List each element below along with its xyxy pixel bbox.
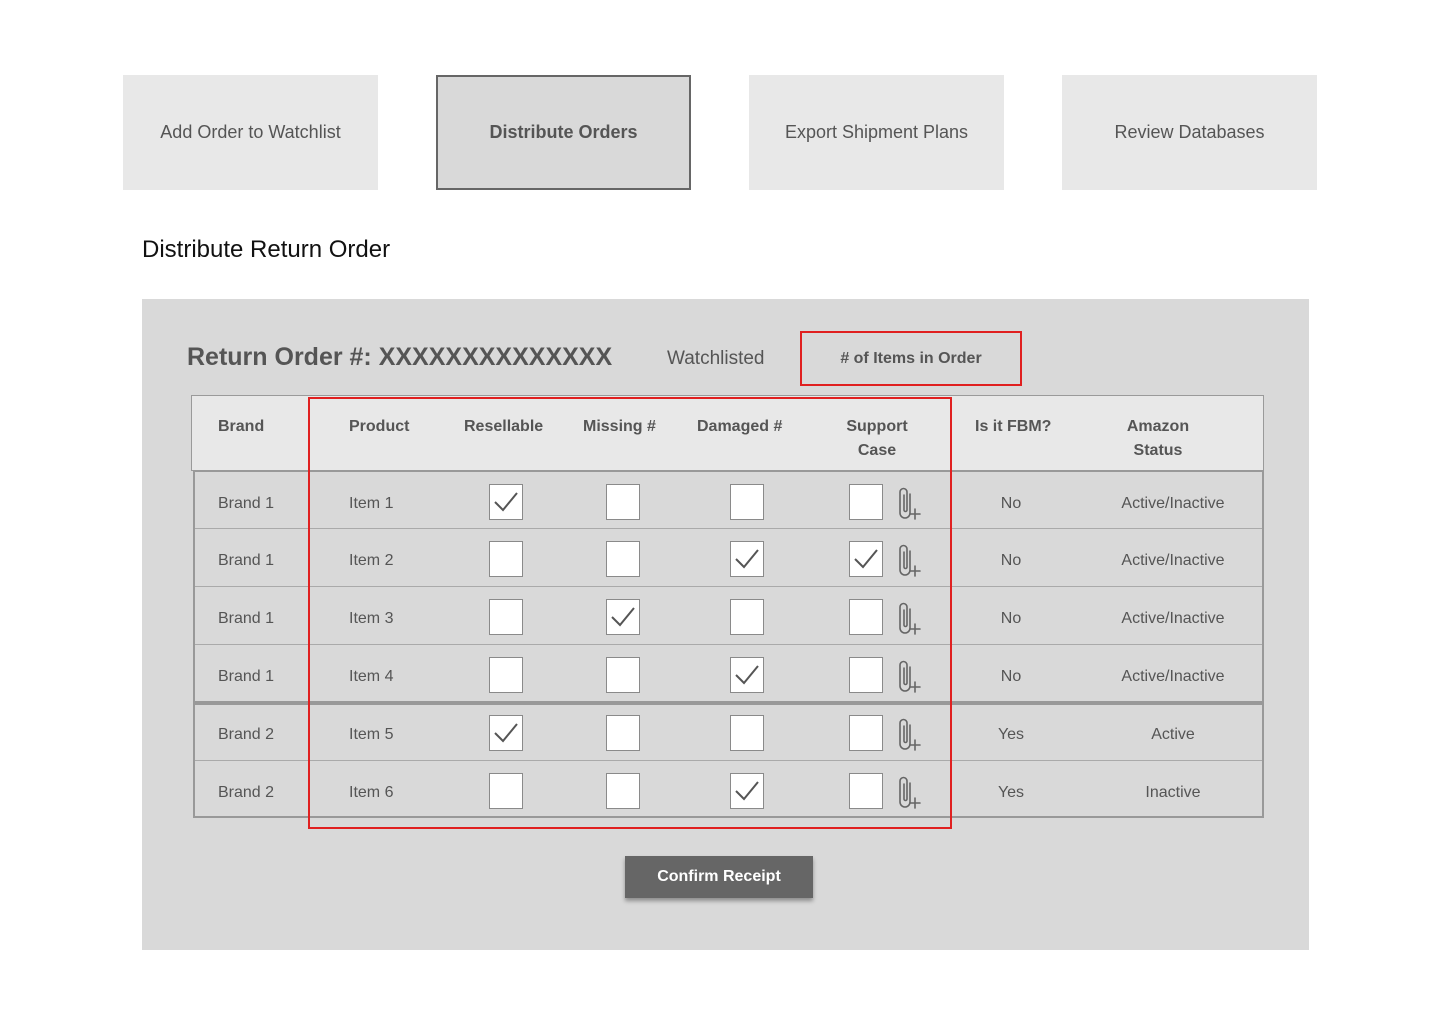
support-checkbox[interactable] <box>849 657 883 693</box>
confirm-receipt-button[interactable]: Confirm Receipt <box>625 856 813 898</box>
column-header-resellable: Resellable <box>464 418 544 435</box>
missing-checkbox[interactable] <box>606 657 640 693</box>
resellable-checkbox[interactable] <box>489 657 523 693</box>
row-product: Item 3 <box>349 610 394 627</box>
support-checkbox[interactable] <box>849 541 883 577</box>
paperclip-plus-icon <box>899 718 921 751</box>
missing-checkbox[interactable] <box>606 484 640 520</box>
resellable-checkbox[interactable] <box>489 541 523 577</box>
row-product: Item 5 <box>349 726 394 743</box>
row-brand: Brand 1 <box>218 552 275 569</box>
row-amazon-status: Active/Inactive <box>1121 668 1225 685</box>
support-checkbox[interactable] <box>849 773 883 809</box>
attach-support-case-icon[interactable] <box>897 775 923 809</box>
row-divider <box>195 528 1262 529</box>
row-amazon-status: Inactive <box>1145 784 1201 801</box>
page-title: Distribute Return Order <box>142 236 391 263</box>
paperclip-plus-icon <box>899 660 921 693</box>
column-header-brand: Brand <box>218 418 265 435</box>
column-header-support-line2: Case <box>857 442 897 459</box>
attach-support-case-icon[interactable] <box>897 601 923 635</box>
column-header-support-case: Support Case <box>827 415 927 463</box>
damaged-checkbox[interactable] <box>730 599 764 635</box>
nav-distribute-orders[interactable]: Distribute Orders <box>436 75 691 190</box>
attach-support-case-icon[interactable] <box>897 717 923 751</box>
row-brand: Brand 1 <box>218 610 275 627</box>
column-header-support-line1: Support <box>846 418 908 435</box>
paperclip-plus-icon <box>899 776 921 809</box>
check-icon <box>854 549 878 569</box>
damaged-checkbox[interactable] <box>730 657 764 693</box>
check-icon <box>735 665 759 685</box>
row-product: Item 2 <box>349 552 394 569</box>
paperclip-plus-icon <box>899 544 921 577</box>
row-amazon-status: Active/Inactive <box>1121 552 1225 569</box>
row-brand: Brand 2 <box>218 726 275 743</box>
row-fbm: No <box>1000 610 1022 627</box>
attach-support-case-icon[interactable] <box>897 543 923 577</box>
column-header-fbm: Is it FBM? <box>975 418 1052 435</box>
nav-review-databases[interactable]: Review Databases <box>1062 75 1317 190</box>
row-fbm: No <box>1000 495 1022 512</box>
missing-checkbox[interactable] <box>606 541 640 577</box>
check-icon <box>494 723 518 743</box>
resellable-checkbox[interactable] <box>489 715 523 751</box>
resellable-checkbox[interactable] <box>489 773 523 809</box>
missing-checkbox[interactable] <box>606 715 640 751</box>
row-fbm: No <box>1000 552 1022 569</box>
column-header-damaged: Damaged # <box>697 418 783 435</box>
check-icon <box>494 492 518 512</box>
damaged-checkbox[interactable] <box>730 484 764 520</box>
row-fbm: No <box>1000 668 1022 685</box>
check-icon <box>735 549 759 569</box>
row-brand: Brand 1 <box>218 495 275 512</box>
row-divider <box>195 644 1262 645</box>
row-fbm: Yes <box>997 726 1025 743</box>
damaged-checkbox[interactable] <box>730 715 764 751</box>
attach-support-case-icon[interactable] <box>897 486 923 520</box>
missing-checkbox[interactable] <box>606 599 640 635</box>
check-icon <box>735 781 759 801</box>
support-checkbox[interactable] <box>849 484 883 520</box>
row-amazon-status: Active/Inactive <box>1121 495 1225 512</box>
resellable-checkbox[interactable] <box>489 599 523 635</box>
paperclip-plus-icon <box>899 602 921 635</box>
row-brand: Brand 1 <box>218 668 275 685</box>
column-header-product: Product <box>349 418 410 435</box>
paperclip-plus-icon <box>899 487 921 520</box>
column-header-amazon-line1: Amazon <box>1126 418 1190 435</box>
column-header-missing: Missing # <box>583 418 656 435</box>
items-in-order-count: # of Items in Order <box>800 331 1022 386</box>
row-divider <box>195 760 1262 761</box>
row-product: Item 1 <box>349 495 394 512</box>
return-order-number: Return Order #: XXXXXXXXXXXXXX <box>187 343 613 371</box>
damaged-checkbox[interactable] <box>730 773 764 809</box>
watchlisted-label: Watchlisted <box>667 348 765 369</box>
nav-export-shipment-plans[interactable]: Export Shipment Plans <box>749 75 1004 190</box>
support-checkbox[interactable] <box>849 599 883 635</box>
row-divider <box>195 586 1262 587</box>
damaged-checkbox[interactable] <box>730 541 764 577</box>
column-header-amazon-status: Amazon Status <box>1108 415 1208 463</box>
row-amazon-status: Active/Inactive <box>1121 610 1225 627</box>
row-brand: Brand 2 <box>218 784 275 801</box>
row-product: Item 6 <box>349 784 394 801</box>
nav-add-order-to-watchlist[interactable]: Add Order to Watchlist <box>123 75 378 190</box>
attach-support-case-icon[interactable] <box>897 659 923 693</box>
support-checkbox[interactable] <box>849 715 883 751</box>
row-fbm: Yes <box>997 784 1025 801</box>
missing-checkbox[interactable] <box>606 773 640 809</box>
row-divider <box>195 701 1262 705</box>
row-product: Item 4 <box>349 668 394 685</box>
row-amazon-status: Active <box>1151 726 1195 743</box>
column-header-amazon-line2: Status <box>1133 442 1183 459</box>
resellable-checkbox[interactable] <box>489 484 523 520</box>
check-icon <box>611 607 635 627</box>
